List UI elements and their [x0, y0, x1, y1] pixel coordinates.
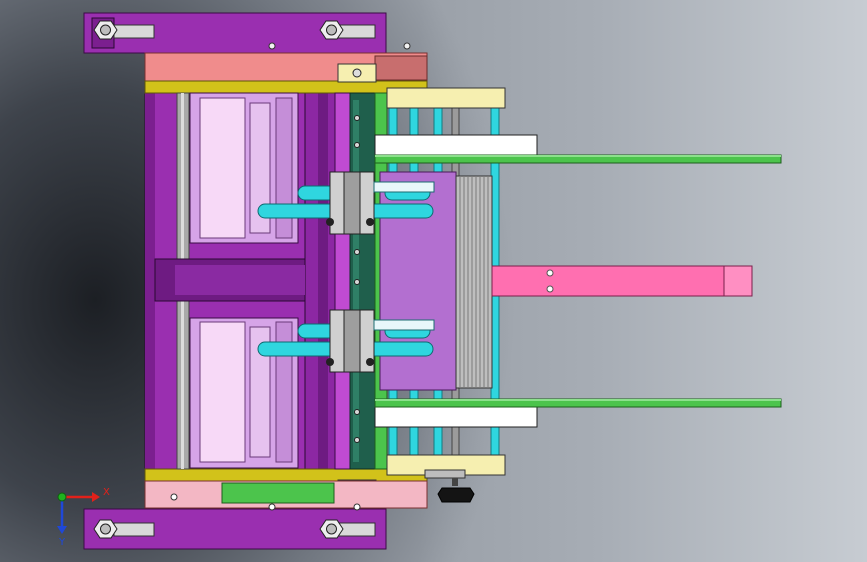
lower-motor-block[interactable]: [189, 317, 299, 469]
ribbed-heatsink[interactable]: [455, 175, 493, 389]
bottom-salmon-plate[interactable]: [144, 480, 428, 511]
cap-screw-bottom-left[interactable]: [93, 519, 155, 539]
bottom-mounting-plate[interactable]: [83, 508, 387, 550]
cap-screw-bottom-right[interactable]: [319, 519, 376, 539]
top-salmon-plate-end: [374, 55, 428, 81]
vertical-slide-plate[interactable]: [334, 92, 376, 470]
upper-white-pusher[interactable]: [374, 134, 538, 158]
top-mounting-plate[interactable]: [83, 12, 411, 54]
z-axis-dot: [57, 492, 67, 502]
middle-frame-inner: [175, 265, 305, 295]
y-axis-label: Y: [58, 537, 66, 548]
top-cream-block[interactable]: [386, 87, 506, 109]
x-axis-label: X: [103, 487, 110, 498]
x-axis-arrowhead: [92, 492, 100, 502]
upper-motor-block[interactable]: [189, 92, 299, 244]
lower-green-arm[interactable]: [374, 398, 782, 408]
cad-model-view[interactable]: X Y: [0, 0, 867, 562]
y-axis-arrowhead: [57, 526, 67, 534]
graphics-viewport[interactable]: X Y: [0, 0, 867, 562]
upper-green-arm[interactable]: [374, 154, 782, 164]
pink-arm[interactable]: [491, 265, 753, 297]
lower-white-pusher[interactable]: [374, 404, 538, 428]
